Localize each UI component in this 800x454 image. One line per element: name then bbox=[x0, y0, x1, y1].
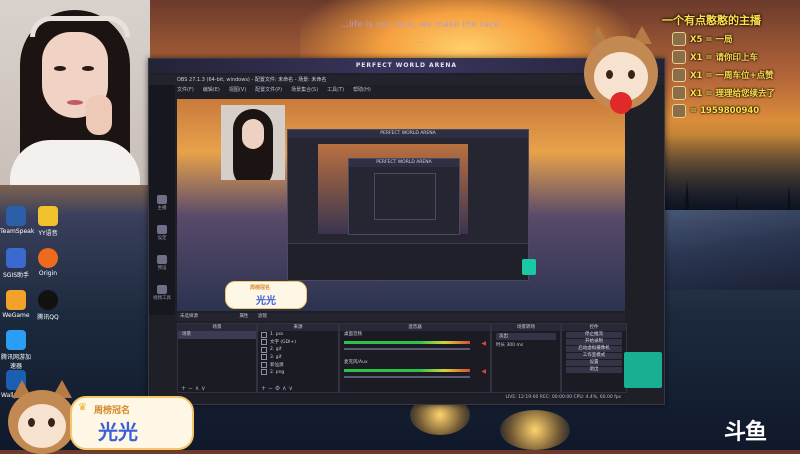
sources-dock: 来源 1. pss 文字 (GDI+) 2. gif 3. gif 新仙源 2.… bbox=[257, 323, 339, 393]
gift-icon bbox=[672, 86, 686, 100]
mic-meter bbox=[344, 369, 470, 372]
menu-file[interactable]: 文件(F) bbox=[177, 86, 194, 96]
desktop-audio-meter bbox=[344, 341, 470, 344]
filters-button[interactable]: 滤镜 bbox=[258, 314, 267, 319]
desktop-audio-label: 桌面音频 bbox=[344, 332, 362, 337]
side-toolbar: 主播 设定 预设 视频工具 bbox=[149, 75, 175, 315]
source-item[interactable]: 3. gif bbox=[258, 354, 338, 362]
virtual-camera-button[interactable]: 启动虚拟摄像机 bbox=[566, 346, 622, 352]
transitions-dock: 场景转场 淡出 时长 300 ms bbox=[491, 323, 561, 393]
source-controls[interactable]: + − ⚙ ∧ ∨ bbox=[258, 385, 338, 392]
chibi-mascot bbox=[8, 380, 78, 454]
preview-canvas[interactable]: PERFECT WORLD ARENA PERFECT WORLD ARENA … bbox=[177, 99, 625, 311]
video-icon bbox=[157, 285, 167, 294]
scene-item[interactable]: 场景 bbox=[178, 331, 256, 339]
status-bar: LIVE: 12:19:00 REC: 00:00:00 CPU: 4.4%, … bbox=[177, 393, 625, 402]
gift-row: X1 = 一周车位+点赞 bbox=[672, 68, 800, 82]
mic-slider[interactable] bbox=[344, 376, 470, 378]
start-recording-button[interactable]: 开始录制 bbox=[566, 339, 622, 345]
studio-mode-button[interactable]: 工作室模式 bbox=[566, 353, 622, 359]
duration-label: 时长 bbox=[496, 343, 505, 348]
streamer-icon bbox=[157, 195, 167, 204]
source-item[interactable]: 新仙源 bbox=[258, 361, 338, 369]
menu-scene-collection[interactable]: 场景集合(S) bbox=[291, 86, 318, 96]
chibi-mascot bbox=[582, 26, 660, 116]
menu-help[interactable]: 帮助(H) bbox=[353, 86, 371, 96]
stop-stream-button[interactable]: 停止推流 bbox=[566, 332, 622, 338]
card-title: 周榜冠名 bbox=[94, 406, 131, 416]
gear-icon bbox=[157, 225, 167, 234]
audio-mixer-dock: 混音器 桌面音频 ◀ 麦克风/Aux ◀ bbox=[339, 323, 491, 393]
preview-name-card: 周榜冠名 光光 bbox=[225, 281, 307, 309]
yy-icon[interactable]: YY语音 bbox=[32, 206, 64, 237]
gift-row: = 1959800940 bbox=[672, 104, 800, 118]
preset-icon bbox=[157, 255, 167, 264]
preview-webcam bbox=[221, 105, 285, 180]
source-toolbar: 未选择源 属性 滤镜 bbox=[177, 313, 625, 321]
source-item[interactable]: 1. pss bbox=[258, 331, 338, 339]
webcam-feed bbox=[0, 0, 150, 185]
menu-edit[interactable]: 编辑(E) bbox=[203, 86, 220, 96]
gift-icon bbox=[672, 68, 686, 82]
crown-icon: ♛ bbox=[78, 402, 87, 413]
gift-icon bbox=[672, 50, 686, 64]
sgis-icon[interactable]: SGIS助手 bbox=[0, 248, 32, 279]
exit-button[interactable]: 退出 bbox=[566, 367, 622, 373]
settings-button[interactable]: 设定 bbox=[152, 225, 172, 241]
gift-row: X1 = 理理给您续去了 bbox=[672, 86, 800, 100]
accelerator-icon[interactable]: 腾讯网游加速器 bbox=[0, 330, 32, 370]
duration-value[interactable]: 300 ms bbox=[506, 343, 523, 348]
source-item[interactable]: 文字 (GDI+) bbox=[258, 339, 338, 347]
mic-mute-icon[interactable]: ◀ bbox=[481, 368, 486, 375]
gift-row: X5 = 一局 bbox=[672, 32, 800, 46]
bokeh-light bbox=[500, 410, 570, 450]
stream-caption: ...life is our race, we make the race bbox=[340, 20, 500, 30]
menu-view[interactable]: 视图(V) bbox=[229, 86, 246, 96]
transition-select[interactable]: 淡出 bbox=[496, 333, 556, 340]
gift-icon bbox=[672, 32, 686, 46]
gift-panel-title: 一个有点憨憨的主播 bbox=[662, 14, 761, 27]
apple-icon bbox=[610, 92, 632, 114]
origin-icon[interactable]: Origin bbox=[32, 248, 64, 277]
scenes-dock: 场景 场景 + − ∧ ∨ bbox=[177, 323, 257, 393]
gift-icon bbox=[672, 104, 686, 118]
card-name: 光光 bbox=[98, 420, 138, 444]
wegame-icon[interactable]: WeGame bbox=[0, 290, 32, 319]
preset-button[interactable]: 预设 bbox=[152, 255, 172, 271]
douyu-logo: 斗鱼 bbox=[724, 420, 767, 445]
properties-button[interactable]: 属性 bbox=[239, 314, 248, 319]
menu-profile[interactable]: 配置文件(P) bbox=[255, 86, 282, 96]
settings-button[interactable]: 设置 bbox=[566, 360, 622, 366]
speaker-icon[interactable]: ◀ bbox=[481, 340, 486, 347]
desktop-audio-slider[interactable] bbox=[344, 348, 470, 350]
stream-caption-sub: ... bbox=[416, 37, 424, 45]
streamer-button[interactable]: 主播 bbox=[152, 195, 172, 211]
source-item[interactable]: 2. gif bbox=[258, 346, 338, 354]
gift-row: X1 = 请你印上车 bbox=[672, 50, 800, 64]
menu-bar: 文件(F) 编辑(E) 视图(V) 配置文件(P) 场景集合(S) 工具(T) … bbox=[177, 86, 371, 96]
teamspeak-icon[interactable]: TeamSpeak bbox=[0, 206, 34, 235]
video-tools-button[interactable]: 视频工具 bbox=[152, 285, 172, 301]
controls-dock: 控件 停止推流 开始录制 启动虚拟摄像机 工作室模式 设置 退出 bbox=[561, 323, 627, 393]
green-tile bbox=[522, 259, 536, 275]
qq-icon[interactable]: 腾讯QQ bbox=[32, 290, 64, 321]
menu-tools[interactable]: 工具(T) bbox=[327, 86, 344, 96]
mic-label: 麦克风/Aux bbox=[344, 360, 368, 365]
nested-obs-window: PERFECT WORLD ARENA PERFECT WORLD ARENA bbox=[287, 129, 529, 281]
scene-controls[interactable]: + − ∧ ∨ bbox=[178, 385, 256, 392]
sponsor-name-card: ♛ 周榜冠名 光光 bbox=[70, 396, 194, 450]
green-tile bbox=[624, 352, 662, 388]
source-item[interactable]: 2. png bbox=[258, 369, 338, 377]
